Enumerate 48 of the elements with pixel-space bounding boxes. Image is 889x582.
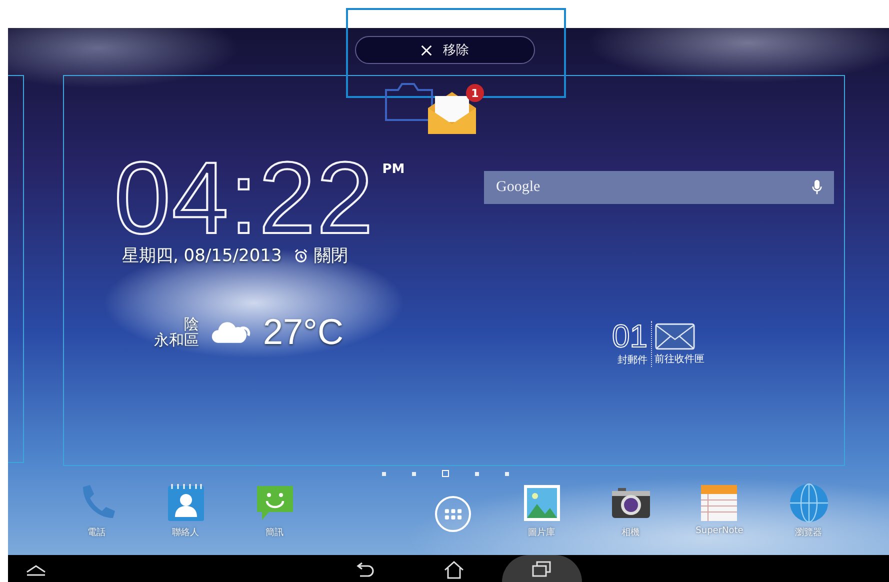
envelope-icon [654, 323, 695, 350]
chevron-up-icon[interactable] [26, 564, 46, 576]
open-envelope-icon [426, 90, 478, 136]
alarm-clock-icon [292, 248, 309, 264]
app-label: 簡訊 [266, 526, 284, 539]
weather-condition: 陰 [184, 316, 199, 332]
notification-badge: 1 [466, 84, 484, 102]
app-shortcut[interactable]: 圖片庫 [522, 483, 562, 539]
app-shortcut[interactable]: 簡訊 [254, 483, 294, 539]
app-shortcut[interactable]: 聯絡人 [166, 483, 206, 539]
remove-button[interactable]: 移除 [354, 36, 534, 64]
app-shortcut[interactable]: SuperNote [696, 483, 744, 536]
globe-icon [788, 483, 828, 523]
email-widget[interactable]: 01 封郵件 前往收件匣 [612, 321, 705, 367]
app-label: 瀏覽器 [795, 526, 822, 539]
app-label: 相機 [622, 526, 640, 539]
microphone-icon[interactable] [812, 180, 822, 195]
temperature: 27°C [263, 311, 344, 353]
search-placeholder: Google [496, 179, 540, 196]
app-shortcut[interactable]: 相機 [610, 483, 650, 539]
back-icon[interactable] [355, 562, 375, 578]
search-bar[interactable]: Google [484, 171, 834, 204]
clock-time: 04:22 [114, 158, 374, 238]
recent-apps-icon [532, 560, 552, 576]
email-count-label: 封郵件 [618, 354, 648, 367]
app-shortcut[interactable]: 瀏覽器 [788, 483, 828, 539]
home-icon[interactable] [444, 561, 464, 579]
app-shortcut[interactable]: 電話 [76, 483, 116, 539]
app-label: SuperNote [696, 526, 744, 536]
app-label: 聯絡人 [172, 526, 199, 539]
inbox-link[interactable]: 前往收件匣 [654, 352, 705, 366]
clock-ampm: PM [382, 162, 405, 177]
email-count: 01 [612, 321, 648, 351]
cloud-icon [211, 319, 251, 345]
alarm-status: 關閉 [314, 245, 348, 267]
recent-apps-button[interactable] [502, 555, 582, 582]
app-drawer-button[interactable] [434, 496, 470, 532]
notepad-icon [699, 483, 740, 523]
app-label: 電話 [88, 526, 106, 539]
picture-icon [522, 483, 562, 523]
clock-date: 星期四, 08/15/2013 [122, 245, 282, 267]
weather-location: 永和區 [154, 332, 199, 348]
folder-outline-icon [384, 82, 434, 122]
grid-icon [444, 508, 462, 520]
contact-card-icon [166, 483, 206, 523]
app-label: 圖片庫 [528, 526, 555, 539]
close-icon [420, 44, 433, 56]
dragged-app-icon[interactable]: 1 [384, 80, 484, 140]
